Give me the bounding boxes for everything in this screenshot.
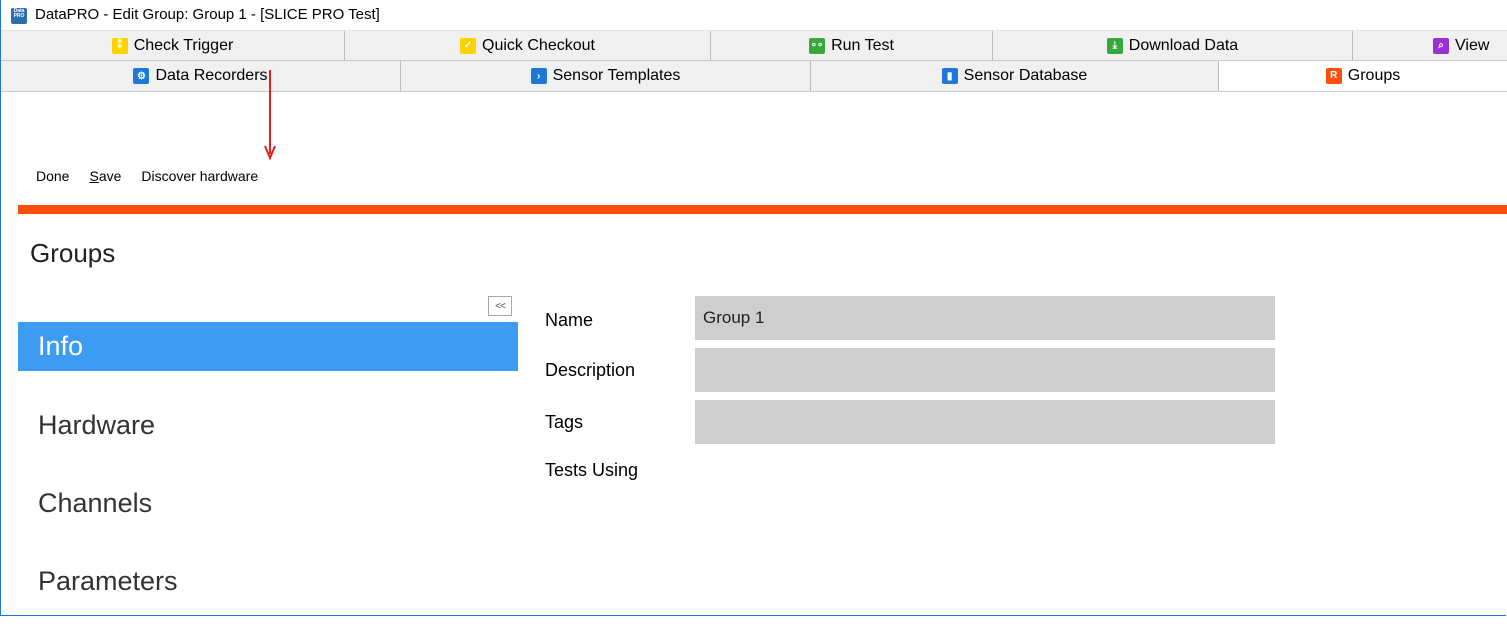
trigger-icon: ⁑ (111, 37, 128, 54)
tab-data-recorders[interactable]: ⚙ Data Recorders (1, 61, 401, 91)
annotation-arrow (264, 70, 276, 161)
tab-label: Data Recorders (155, 67, 268, 84)
download-icon: ⤓ (1106, 37, 1123, 54)
tab-label: Check Trigger (133, 36, 234, 54)
groups-icon: R (1325, 67, 1342, 84)
nav-item-parameters[interactable]: Parameters (18, 557, 518, 605)
checkout-icon: ✓ (460, 37, 477, 54)
group-nav: Info Hardware Channels Parameters (18, 322, 518, 635)
tab-run-test[interactable]: ∘∘ Run Test (711, 31, 993, 60)
recorder-icon: ⚙ (133, 68, 150, 84)
save-label-rest: ave (98, 168, 122, 184)
nav-item-channels[interactable]: Channels (18, 479, 518, 527)
tab-label: Download Data (1128, 36, 1239, 54)
tab-label: Groups (1347, 66, 1401, 84)
nav-item-hardware[interactable]: Hardware (18, 401, 518, 449)
tags-field[interactable] (695, 400, 1275, 444)
tab-label: Quick Checkout (482, 36, 595, 54)
tab-row-bottom: ⚙ Data Recorders › Sensor Templates ▮ Se… (1, 61, 1507, 92)
window-title: DataPRO - Edit Group: Group 1 - [SLICE P… (35, 6, 380, 23)
tab-sensor-database[interactable]: ▮ Sensor Database (811, 61, 1219, 91)
template-icon: › (530, 68, 547, 84)
run-icon: ∘∘ (809, 37, 826, 54)
description-label: Description (545, 360, 636, 380)
database-icon: ▮ (941, 68, 958, 84)
save-button[interactable]: Save (89, 168, 121, 184)
description-field[interactable] (695, 348, 1275, 392)
tab-label: Sensor Database (963, 67, 1088, 84)
toolbar: Done Save Discover hardware (36, 168, 278, 184)
collapse-sidebar-button[interactable]: << (488, 296, 512, 316)
tab-label: Run Test (831, 36, 894, 54)
tags-label: Tags (545, 412, 584, 432)
tab-view[interactable]: ⌕ View (1353, 31, 1507, 60)
view-icon: ⌕ (1433, 37, 1449, 54)
tab-label: View (1455, 36, 1490, 54)
nav-item-info[interactable]: Info (18, 322, 518, 371)
datapro-app-icon: Data PRO (11, 8, 27, 24)
tab-check-trigger[interactable]: ⁑ Check Trigger (1, 31, 345, 60)
name-field[interactable] (695, 296, 1275, 340)
title-bar: Data PRO DataPRO - Edit Group: Group 1 -… (1, 0, 1507, 31)
name-label: Name (545, 310, 594, 330)
tab-sensor-templates[interactable]: › Sensor Templates (401, 61, 811, 91)
tab-download-data[interactable]: ⤓ Download Data (993, 31, 1353, 60)
discover-hardware-button[interactable]: Discover hardware (141, 168, 258, 184)
tab-groups[interactable]: R Groups (1219, 61, 1507, 91)
page-title: Groups (30, 238, 116, 268)
tab-quick-checkout[interactable]: ✓ Quick Checkout (345, 31, 711, 60)
tab-row-top: ⁑ Check Trigger ✓ Quick Checkout ∘∘ Run … (1, 31, 1507, 61)
done-button[interactable]: Done (36, 168, 69, 184)
tests-using-label: Tests Using (545, 460, 639, 480)
accent-bar (18, 205, 1507, 214)
tab-label: Sensor Templates (552, 67, 681, 84)
save-mnemonic: S (89, 168, 99, 184)
